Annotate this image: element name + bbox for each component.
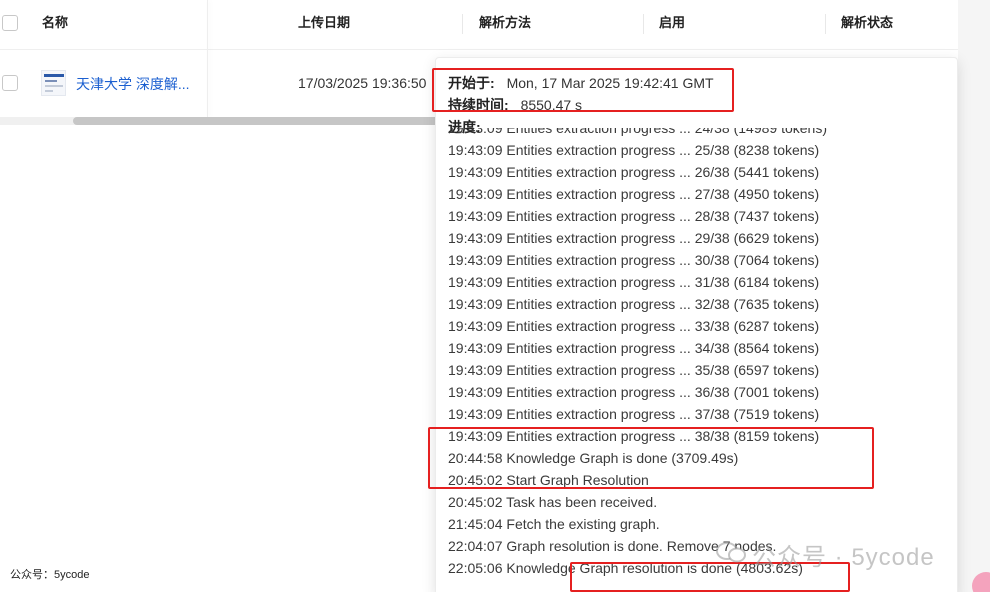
log-line: 19:43:09 Entities extraction progress ..… [448,274,820,290]
column-divider [643,14,644,34]
column-header-parse-method[interactable]: 解析方法 [479,0,531,46]
row-checkbox[interactable] [2,75,18,91]
watermark-text: 公众号 · 5ycode [752,544,935,571]
log-line: 19:43:09 Entities extraction progress ..… [448,230,820,246]
document-name-link[interactable]: 天津大学 深度解... [76,74,190,94]
log-line: 19:43:09 Entities extraction progress ..… [448,252,820,268]
column-header-parse-status[interactable]: 解析状态 [841,0,893,46]
log-line: 21:45:04 Fetch the existing graph. [448,516,660,532]
log-line: 19:43:09 Entities extraction progress ..… [448,362,820,378]
table-header: 名称 上传日期 解析方法 启用 解析状态 [0,0,958,50]
fixed-column-shadow [207,0,208,118]
parse-progress-popover: 开始于: Mon, 17 Mar 2025 19:42:41 GMT 持续时间:… [435,57,958,592]
progress-log-list[interactable]: 19:43:09 Entities extraction progress ..… [448,128,948,592]
wechat-icon [716,542,746,563]
table-right-gutter [958,0,990,592]
progress-log-scroll: 19:43:09 Entities extraction progress ..… [448,128,827,579]
select-all-checkbox[interactable] [2,15,18,31]
log-line: 19:43:09 Entities extraction progress ..… [448,318,820,334]
log-line: 19:43:09 Entities extraction progress ..… [448,406,820,422]
column-divider [825,14,826,34]
log-line: 19:43:09 Entities extraction progress ..… [448,296,820,312]
column-divider [462,14,463,34]
log-line: 19:43:09 Entities extraction progress ..… [448,164,820,180]
log-line: 19:43:09 Entities extraction progress ..… [448,186,820,202]
column-header-name[interactable]: 名称 [42,0,68,46]
account-caption: 公众号：5ycode [10,569,90,581]
log-line: 20:45:02 Task has been received. [448,494,658,510]
log-line: 19:43:09 Entities extraction progress ..… [448,128,828,136]
document-thumbnail [41,70,66,96]
highlight-box-start-duration [432,68,734,112]
log-line: 19:43:09 Entities extraction progress ..… [448,340,820,356]
highlight-box-graph-done [428,427,874,489]
log-line: 19:43:09 Entities extraction progress ..… [448,208,820,224]
log-line: 19:43:09 Entities extraction progress ..… [448,384,820,400]
upload-date-cell: 17/03/2025 19:36:50 [298,75,427,91]
horizontal-scrollbar-thumb[interactable] [73,117,440,125]
log-line: 19:43:09 Entities extraction progress ..… [448,142,820,158]
column-header-enabled[interactable]: 启用 [659,0,685,46]
column-header-upload-date[interactable]: 上传日期 [298,0,350,46]
